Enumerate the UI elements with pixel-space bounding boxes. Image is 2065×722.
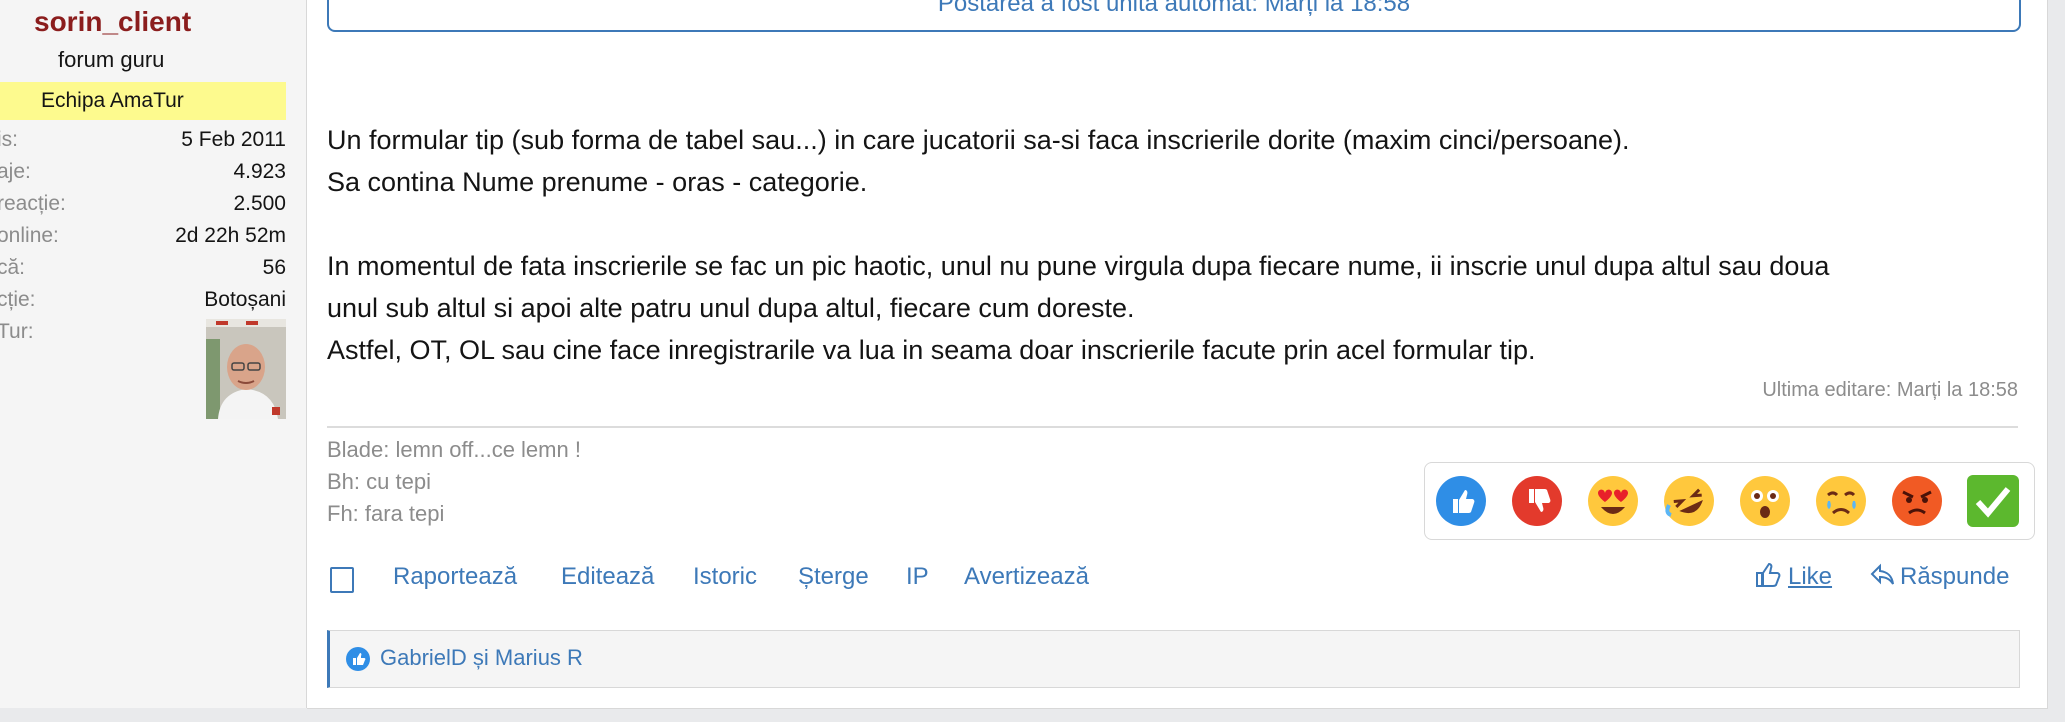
rofl-icon[interactable] [1663, 475, 1715, 527]
like-badge-icon [345, 646, 371, 677]
stat-label: Tur: [0, 320, 34, 343]
likes-users-link[interactable]: GabrielD și Marius R [380, 645, 583, 671]
signature-line: Blade: lemn off...ce lemn ! [327, 437, 581, 462]
delete-link[interactable]: Șterge [798, 563, 869, 591]
astonished-icon[interactable] [1739, 475, 1791, 527]
heart-eyes-icon[interactable] [1587, 475, 1639, 527]
merged-notice: Postarea a fost unită automat: Marți la … [327, 0, 2021, 32]
stat-label: reacție: [0, 192, 66, 215]
stat-row-messages: aje: 4.923 [0, 160, 286, 190]
stat-row-joined: is: 5 Feb 2011 [0, 128, 286, 158]
stat-label: aje: [0, 160, 31, 183]
stat-label: cție: [0, 288, 36, 311]
user-title: forum guru [58, 47, 165, 72]
post-line: In momentul de fata inscrierile se fac u… [327, 251, 1830, 281]
signature-divider [327, 426, 2018, 428]
post: Postarea a fost unită automat: Marți la … [307, 0, 2048, 709]
username[interactable]: sorin_client [34, 6, 191, 38]
warn-link[interactable]: Avertizează [964, 563, 1089, 591]
stat-value: 56 [262, 256, 286, 279]
post-line: Sa contina Nume prenume - oras - categor… [327, 167, 868, 197]
like-button[interactable]: Like [1788, 563, 1832, 591]
amatur-photo [206, 319, 286, 419]
report-link[interactable]: Raportează [393, 563, 517, 591]
reaction-bar [1424, 462, 2035, 540]
reply-button[interactable]: Răspunde [1900, 563, 2009, 591]
ip-link[interactable]: IP [906, 563, 929, 591]
likes-summary: GabrielD și Marius R [327, 630, 2020, 688]
stat-value: Botoșani [204, 288, 286, 311]
select-post-checkbox[interactable] [330, 567, 354, 593]
stat-value: 2.500 [233, 192, 286, 215]
post-line: Un formular tip (sub forma de tabel sau.… [327, 125, 1630, 155]
stat-label: că: [0, 256, 26, 279]
like-icon[interactable] [1754, 561, 1782, 596]
stat-value: 5 Feb 2011 [181, 128, 286, 151]
thumbs-up-icon[interactable] [1435, 475, 1487, 527]
stat-row-reaction-score: reacție: 2.500 [0, 192, 286, 222]
thumbs-down-icon[interactable] [1511, 475, 1563, 527]
angry-icon[interactable] [1891, 475, 1943, 527]
signature-line: Bh: cu tepi [327, 469, 431, 494]
stat-value: 4.923 [233, 160, 286, 183]
stat-row-online-time: online: 2d 22h 52m [0, 224, 286, 254]
post-body: Un formular tip (sub forma de tabel sau.… [327, 119, 2037, 371]
check-mark-icon[interactable] [1967, 475, 2019, 527]
signature-line: Fh: fara tepi [327, 501, 445, 526]
last-edited: Ultima editare: Marți la 18:58 [1762, 379, 2018, 401]
stat-label: online: [0, 224, 59, 247]
user-banner-label: Echipa AmaTur [41, 89, 184, 112]
post-line: Astfel, OT, OL sau cine face inregistrar… [327, 335, 1536, 365]
post-line: unul sub altul si apoi alte patru unul d… [327, 293, 1135, 323]
stat-value: 2d 22h 52m [175, 224, 286, 247]
stat-row-age: că: 56 [0, 256, 286, 286]
user-banner: Echipa AmaTur [0, 82, 286, 120]
edit-link[interactable]: Editează [561, 563, 654, 591]
reply-icon[interactable] [1870, 563, 1896, 594]
user-panel: sorin_client forum guru Echipa AmaTur is… [0, 0, 307, 708]
merged-notice-text: Postarea a fost unită automat: Marți la … [937, 0, 1411, 17]
history-link[interactable]: Istoric [693, 563, 757, 591]
stat-row-location: cție: Botoșani [0, 288, 286, 318]
stat-label: is: [0, 128, 18, 151]
crying-icon[interactable] [1815, 475, 1867, 527]
